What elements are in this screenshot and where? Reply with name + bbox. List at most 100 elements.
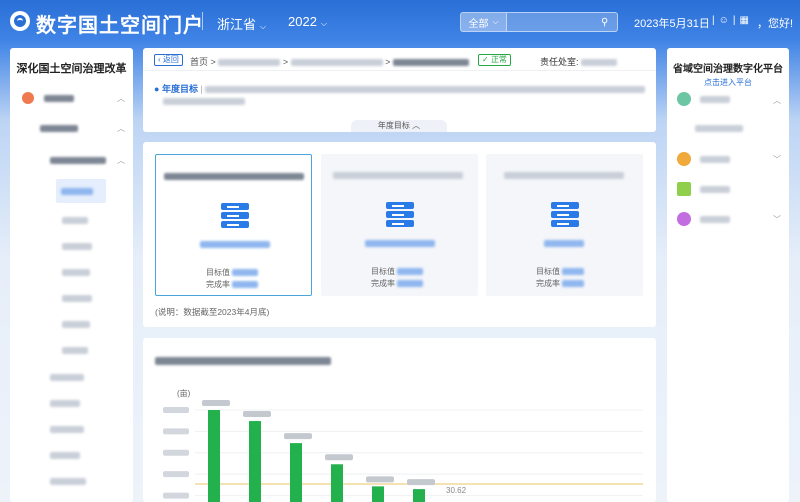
platform-icon	[677, 92, 691, 106]
nav-item[interactable]	[50, 426, 84, 433]
chevron-up-icon[interactable]: ︿	[773, 95, 781, 106]
nav-label	[50, 157, 106, 164]
nav-item[interactable]	[62, 321, 90, 328]
left-nav-panel: 深化国土空间治理改革 ︿ ︿ ︿	[10, 48, 133, 502]
card-value	[544, 240, 584, 247]
annual-goal-tab-label: 年度目标	[377, 121, 410, 130]
bar[interactable]	[290, 443, 302, 502]
platform-item-label[interactable]	[700, 186, 730, 193]
notification-icon[interactable]: ▦	[739, 15, 748, 26]
bar-value-label	[325, 454, 353, 461]
dept-label: 责任处室:	[540, 57, 579, 67]
chevron-down-icon[interactable]: ﹀	[773, 214, 781, 225]
database-icon	[386, 202, 414, 228]
card-title	[164, 173, 304, 180]
platform-subitem[interactable]	[695, 125, 743, 132]
province-select[interactable]: 浙江省 ⌵	[217, 14, 266, 33]
breadcrumb-item[interactable]	[290, 59, 383, 67]
rate-value	[562, 280, 585, 288]
card-value	[365, 240, 435, 247]
annual-goal-text	[205, 86, 646, 94]
nav-item-level3[interactable]: ︿	[50, 156, 133, 165]
nav-label	[62, 347, 88, 354]
dept-value	[581, 59, 618, 67]
header-icons: | ☺ | ▦	[712, 15, 749, 26]
dept-info: 责任处室:	[540, 55, 618, 68]
target-label: 目标值	[536, 267, 560, 276]
nav-item[interactable]	[50, 478, 86, 485]
search-scope-select[interactable]: 全部 ⌵	[461, 13, 507, 31]
search-input[interactable]	[507, 16, 601, 28]
annual-goal-text-line	[163, 98, 245, 106]
year-select[interactable]: 2022 ⌵	[288, 14, 327, 29]
annual-goal-toggle[interactable]: 年度目标 ︿	[351, 120, 447, 132]
nav-item[interactable]	[62, 217, 88, 224]
chevron-down-icon: ⌵	[320, 19, 327, 28]
y-tick-label	[163, 407, 189, 413]
bar[interactable]	[249, 421, 261, 502]
building-icon	[677, 182, 691, 196]
nav-item[interactable]	[62, 295, 92, 302]
nav-item[interactable]	[50, 452, 80, 459]
bar[interactable]	[372, 486, 384, 502]
breadcrumb-current	[392, 59, 469, 67]
status-badge: ✓ 正常	[478, 54, 511, 66]
indicator-card[interactable]: 目标值 完成率	[321, 154, 478, 296]
nav-item[interactable]	[62, 243, 92, 250]
nav-label	[62, 321, 90, 328]
database-icon	[221, 203, 249, 229]
divider	[143, 70, 656, 71]
bar[interactable]	[208, 410, 220, 502]
breadcrumb-item[interactable]	[218, 59, 281, 67]
bar-value-label	[407, 479, 435, 486]
nav-item-level1[interactable]: ︿	[22, 92, 133, 104]
search-scope-label: 全部	[468, 18, 489, 30]
bar[interactable]	[413, 489, 425, 502]
enter-platform-link[interactable]: 点击进入平台	[667, 77, 789, 88]
logo-icon	[10, 11, 30, 31]
nav-item[interactable]	[50, 400, 80, 407]
breadcrumb-separator: >	[385, 57, 391, 67]
nav-item[interactable]	[50, 374, 84, 381]
platform-item-label[interactable]	[700, 156, 730, 163]
breadcrumb-separator: >	[282, 57, 289, 67]
nav-label	[50, 374, 84, 381]
chevron-up-icon: ︿	[117, 156, 125, 165]
user-icon[interactable]: ☺	[719, 15, 729, 26]
header-divider	[202, 12, 203, 30]
bar-value-label	[284, 433, 312, 440]
back-button[interactable]: ‹ 返回	[154, 54, 183, 66]
right-panel-title: 省域空间治理数字化平台	[673, 64, 783, 75]
database-icon	[551, 202, 579, 228]
nav-label	[50, 452, 80, 459]
top-header: 数字国土空间门户 浙江省 ⌵ 2022 ⌵ 全部 ⌵ ⚲ 2023年5月31日 | ☺…	[0, 0, 800, 44]
breadcrumb-home[interactable]: 首页	[190, 57, 208, 67]
bar[interactable]	[331, 464, 343, 502]
nav-label	[40, 125, 78, 132]
indicator-card[interactable]: 目标值 完成率	[155, 154, 312, 296]
y-tick-label	[163, 471, 189, 478]
platform-item-label[interactable]	[700, 96, 730, 103]
bar-value-label: 30.62	[446, 486, 467, 495]
nav-item[interactable]	[62, 269, 90, 276]
nav-label	[62, 243, 92, 250]
chevron-down-icon[interactable]: ﹀	[773, 154, 781, 165]
current-date: 2023年5月31日	[634, 18, 710, 30]
chevron-up-icon: ︿	[117, 124, 125, 133]
nav-item[interactable]	[62, 347, 88, 354]
year-label: 2022	[288, 14, 317, 29]
target-icon: ●	[154, 84, 160, 94]
platform-item-label[interactable]	[700, 216, 730, 223]
y-unit-label: (亩)	[177, 388, 191, 398]
card-value	[200, 241, 270, 248]
divider-icon: |	[732, 15, 736, 26]
target-value	[232, 269, 259, 277]
rate-label: 完成率	[536, 279, 560, 288]
greeting: ，您好!	[757, 18, 794, 30]
nav-item-level2[interactable]: ︿	[40, 124, 133, 133]
right-platform-panel: 省域空间治理数字化平台 点击进入平台 ︿ ﹀ ﹀	[667, 48, 789, 502]
nav-item-selected[interactable]	[56, 179, 106, 203]
indicator-card[interactable]: 目标值 完成率	[486, 154, 643, 296]
search-icon[interactable]: ⚲	[601, 17, 617, 28]
breadcrumb-separator: >	[210, 57, 216, 67]
